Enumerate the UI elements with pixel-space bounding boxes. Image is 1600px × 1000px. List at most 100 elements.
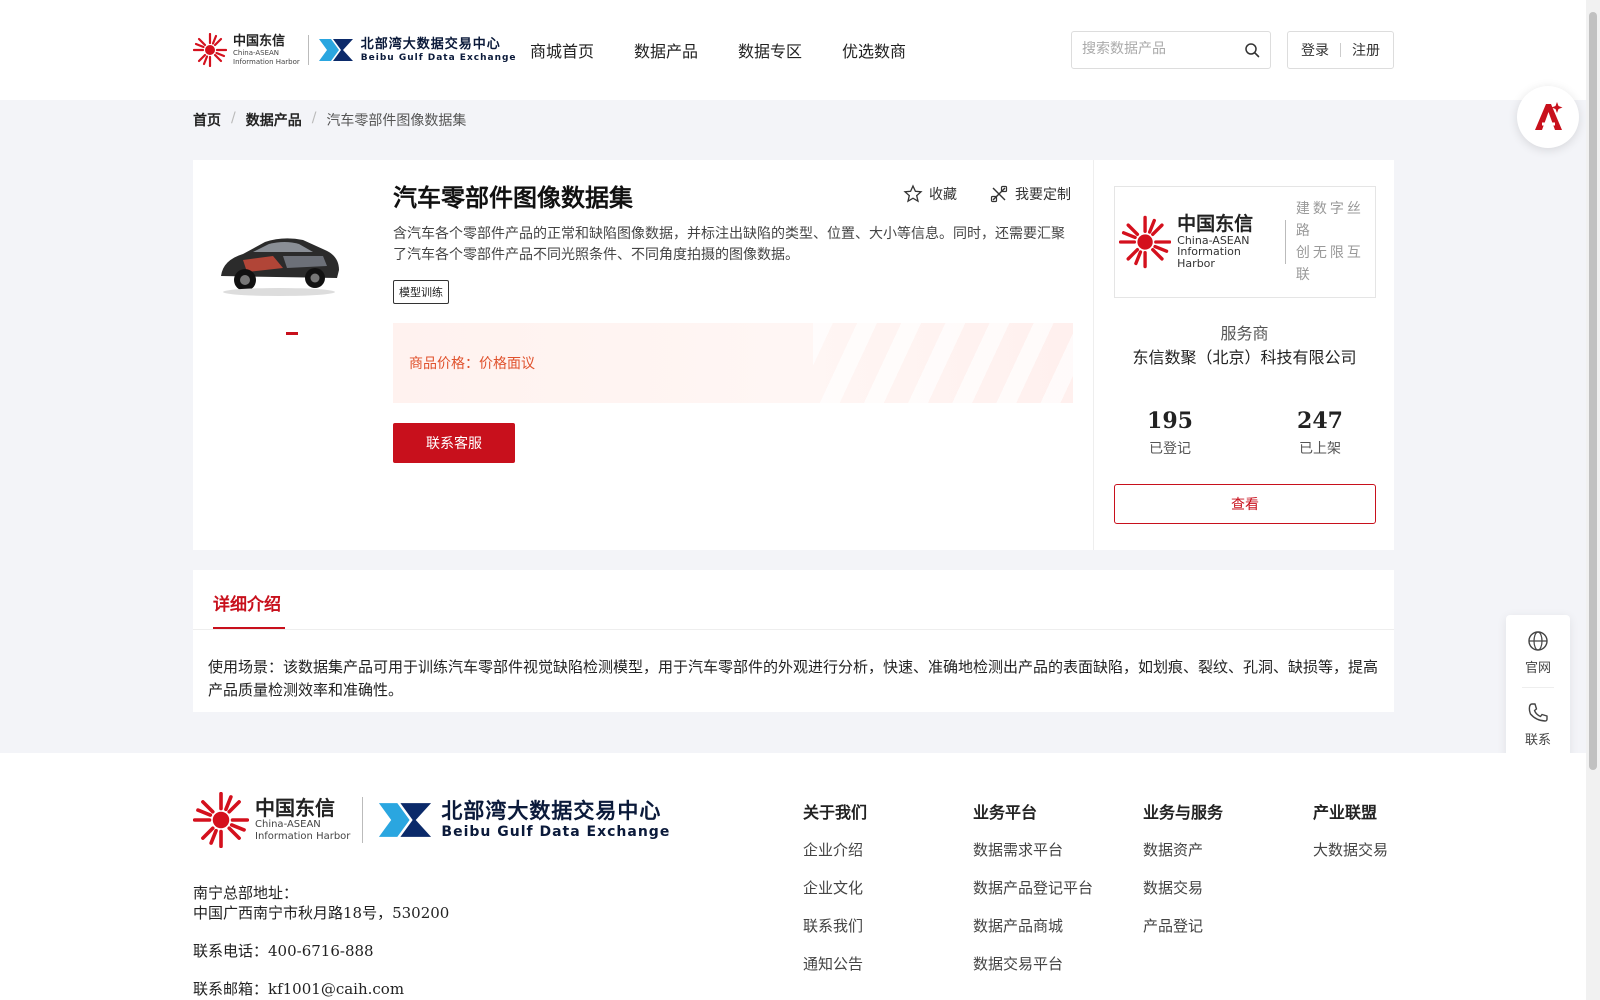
page-scrollbar[interactable] [1586, 0, 1600, 1000]
view-provider-button[interactable]: 查看 [1114, 484, 1376, 524]
side-divider [1522, 687, 1554, 688]
footer-link[interactable]: 数据交易 [1143, 877, 1223, 898]
main-nav: 商城首页 数据产品 数据专区 优选数商 [530, 38, 906, 62]
image-carousel-indicator[interactable] [286, 332, 298, 335]
favorite-button[interactable]: 收藏 [903, 184, 957, 204]
provider-name: 东信数聚（北京）科技有限公司 [1132, 348, 1357, 367]
side-website-button[interactable]: 官网 [1506, 629, 1570, 676]
globe-icon [1528, 631, 1548, 651]
provider-logo-en2: Information Harbor [1177, 245, 1241, 270]
login-link[interactable]: 登录 [1301, 40, 1329, 60]
footer-link[interactable]: 通知公告 [803, 953, 867, 974]
side-contact-button[interactable]: 联系 [1506, 701, 1570, 748]
tools-icon [990, 185, 1008, 203]
detail-body: 使用场景：该数据集产品可用于训练汽车零部件视觉缺陷检测模型，用于汽车零部件的外观… [208, 658, 1379, 699]
footer-logo-divider [362, 797, 364, 843]
product-card: 汽车零部件图像数据集 收藏 我要定制 含汽车各个零部件产品的正常和缺陷图像数据，… [193, 160, 1093, 550]
search-input[interactable] [1082, 41, 1232, 57]
beibu-gulf-logo-icon [379, 803, 432, 837]
product-tag: 模型训练 [393, 280, 449, 304]
footer-contact-info: 南宁总部地址： 中国广西南宁市秋月路18号，530200 联系电话：400-67… [193, 883, 449, 1000]
price-value: 价格面议 [479, 356, 535, 372]
provider-logo[interactable]: 中国东信 China-ASEAN Information Harbor 建数字丝… [1114, 186, 1376, 298]
beibu-gulf-logo-icon [318, 39, 353, 61]
footer-link[interactable]: 数据需求平台 [973, 839, 1093, 860]
listed-stat: 247 已上架 [1270, 408, 1370, 458]
logo-bg-subtitle: Beibu Gulf Data Exchange [360, 52, 517, 63]
registered-count: 195 [1147, 408, 1193, 434]
footer-link[interactable]: 企业文化 [803, 877, 867, 898]
nav-mall-home[interactable]: 商城首页 [530, 38, 594, 62]
footer-link[interactable]: 数据资产 [1143, 839, 1223, 860]
nav-data-products[interactable]: 数据产品 [634, 38, 698, 62]
price-panel-decoration [813, 323, 1073, 403]
china-asean-sun-icon [1119, 215, 1172, 269]
footer-address-value: 中国广西南宁市秋月路18号，530200 [193, 904, 450, 922]
product-title: 汽车零部件图像数据集 [393, 184, 633, 212]
site-logo[interactable]: 中国东信 China-ASEAN Information Harbor 北部湾大… [192, 30, 517, 70]
footer-logo-text-cn: 中国东信 China-ASEAN Information Harbor [255, 798, 350, 842]
china-asean-sun-icon [192, 791, 250, 849]
breadcrumb-current: 汽车零部件图像数据集 [326, 113, 467, 129]
footer-link[interactable]: 联系我们 [803, 915, 867, 936]
logo-en-line1: China-ASEAN [233, 48, 280, 57]
footer-col-title: 业务与服务 [1143, 803, 1224, 822]
footer-logo-bg-title: 北部湾大数据交易中心 [441, 799, 662, 823]
breadcrumb-home[interactable]: 首页 [193, 110, 221, 130]
auth-box: 登录 注册 [1287, 31, 1394, 69]
footer-address: 南宁总部地址： 中国广西南宁市秋月路18号，530200 [193, 883, 449, 923]
auth-divider [1340, 43, 1341, 57]
logo-divider [307, 35, 309, 65]
nav-data-zone[interactable]: 数据专区 [738, 38, 802, 62]
registered-label: 已登记 [1149, 441, 1191, 457]
footer-col-about: 关于我们 企业介绍 企业文化 联系我们 通知公告 [803, 799, 867, 991]
footer-email: 联系邮箱：kf1001@caih.com [193, 980, 405, 998]
tab-detail-intro[interactable]: 详细介绍 [213, 590, 281, 615]
listed-count: 247 [1297, 408, 1343, 434]
product-description: 含汽车各个零部件产品的正常和缺陷图像数据，并标注出缺陷的类型、位置、大小等信息。… [393, 226, 1065, 263]
footer-link[interactable]: 企业介绍 [803, 839, 867, 860]
footer-logo-en-line1: China-ASEAN [255, 819, 321, 830]
breadcrumb-separator: / [231, 110, 236, 126]
site-footer: 中国东信 China-ASEAN Information Harbor 北部湾大… [0, 753, 1586, 1000]
price-panel: 商品价格：价格面议 [393, 323, 1073, 403]
footer-phone: 联系电话：400-6716-888 [193, 942, 374, 960]
footer-logo-en-line2: Information Harbor [255, 831, 351, 842]
customize-button[interactable]: 我要定制 [989, 184, 1071, 204]
provider-label: 服务商 [1220, 324, 1269, 343]
logo-en-line2: Information Harbor [233, 57, 300, 66]
provider-slogan-line1: 建数字丝路 [1295, 201, 1364, 239]
footer-col-alliance: 产业联盟 大数据交易 [1313, 799, 1388, 877]
price-label: 商品价格： [409, 356, 479, 372]
footer-col-platform: 业务平台 数据需求平台 数据产品登记平台 数据产品商城 数据交易平台 [973, 799, 1093, 991]
footer-logo[interactable]: 中国东信 China-ASEAN Information Harbor 北部湾大… [192, 791, 671, 849]
footer-link[interactable]: 大数据交易 [1313, 839, 1388, 860]
logo-text-bg: 北部湾大数据交易中心 Beibu Gulf Data Exchange [361, 38, 517, 63]
footer-link[interactable]: 数据产品登记平台 [973, 877, 1093, 898]
contact-support-button[interactable]: 联系客服 [393, 423, 515, 463]
footer-link[interactable]: 数据产品商城 [973, 915, 1093, 936]
side-contact-label: 联系 [1524, 733, 1551, 748]
breadcrumb-data-products[interactable]: 数据产品 [246, 110, 302, 130]
china-asean-sun-icon [192, 32, 228, 68]
price-text: 商品价格：价格面议 [409, 353, 535, 373]
product-image[interactable] [213, 220, 345, 300]
register-link[interactable]: 注册 [1352, 40, 1380, 60]
side-website-label: 官网 [1524, 661, 1551, 676]
logo-text-cn: 中国东信 China-ASEAN Information Harbor [233, 35, 300, 66]
phone-icon [1528, 703, 1548, 722]
provider-slogan-line2: 创无限互联 [1295, 245, 1364, 283]
footer-address-label: 南宁总部地址： [193, 884, 299, 902]
registered-stat: 195 已登记 [1120, 408, 1220, 458]
logo-cn-title: 中国东信 [233, 33, 286, 49]
nav-preferred-merchants[interactable]: 优选数商 [842, 38, 906, 62]
footer-link[interactable]: 数据交易平台 [973, 953, 1093, 974]
footer-logo-text-bg: 北部湾大数据交易中心 Beibu Gulf Data Exchange [441, 799, 671, 840]
footer-logo-bg-subtitle: Beibu Gulf Data Exchange [441, 824, 671, 840]
scrollbar-thumb[interactable] [1589, 12, 1597, 770]
footer-col-title: 产业联盟 [1313, 803, 1378, 822]
footer-link[interactable]: 产品登记 [1143, 915, 1223, 936]
search-box [1071, 31, 1271, 69]
ai-assistant-button[interactable] [1517, 86, 1579, 148]
search-icon[interactable] [1244, 42, 1260, 58]
